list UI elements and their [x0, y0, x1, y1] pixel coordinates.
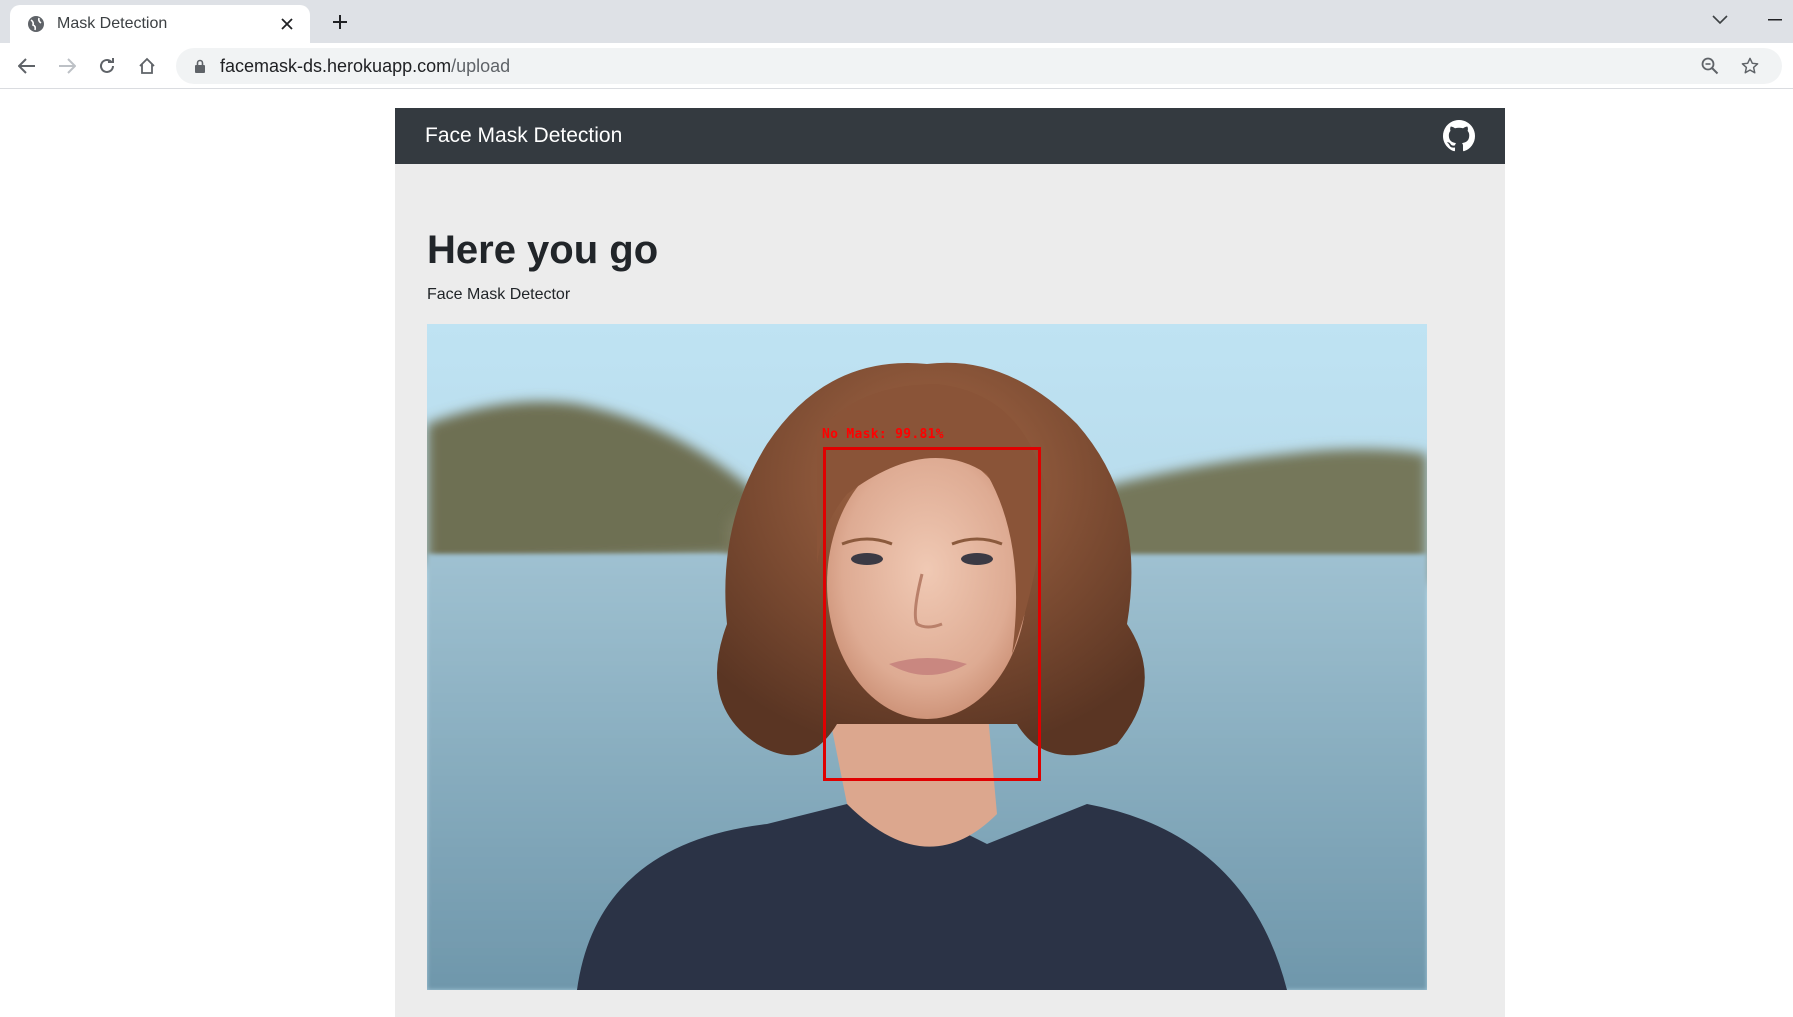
page-container: Face Mask Detection Here you go Face Mas… — [395, 108, 1505, 1017]
detection-box — [823, 447, 1041, 781]
star-icon[interactable] — [1736, 52, 1764, 80]
home-icon[interactable] — [131, 50, 163, 82]
github-icon[interactable] — [1443, 120, 1475, 152]
plus-icon[interactable] — [326, 8, 354, 36]
page-title: Here you go — [427, 228, 659, 272]
reload-icon[interactable] — [91, 50, 123, 82]
detection-label: No Mask: 99.81% — [822, 427, 944, 442]
browser-toolbar: facemask-ds.herokuapp.com/upload — [0, 43, 1793, 89]
tab-title: Mask Detection — [57, 15, 168, 32]
page-subtitle: Face Mask Detector — [427, 286, 571, 303]
address-bar[interactable]: facemask-ds.herokuapp.com/upload — [176, 48, 1782, 84]
arrow-left-icon[interactable] — [11, 50, 43, 82]
navbar: Face Mask Detection — [395, 108, 1505, 164]
url-text: facemask-ds.herokuapp.com/upload — [220, 55, 511, 76]
chevron-down-icon[interactable] — [1706, 6, 1734, 34]
lock-icon[interactable] — [192, 58, 208, 74]
close-icon[interactable] — [276, 13, 298, 35]
arrow-right-icon[interactable] — [51, 50, 83, 82]
result-image: No Mask: 99.81% — [427, 324, 1427, 990]
zoom-out-icon[interactable] — [1696, 52, 1724, 80]
browser-tabstrip: Mask Detection — [0, 0, 1793, 43]
navbar-brand[interactable]: Face Mask Detection — [425, 124, 1443, 148]
browser-tab[interactable]: Mask Detection — [10, 5, 310, 43]
globe-icon — [26, 14, 46, 34]
minimize-icon[interactable] — [1760, 6, 1790, 34]
